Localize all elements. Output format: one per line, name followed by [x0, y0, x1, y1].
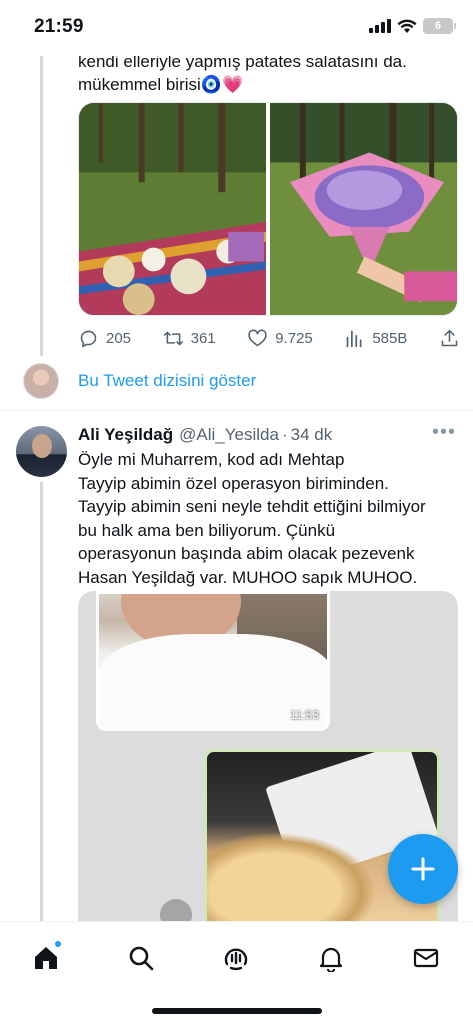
nav-home[interactable] — [24, 936, 68, 980]
retweet-icon — [163, 331, 183, 345]
tweet1-text-line2: mükemmel birisi🧿💗 — [78, 75, 244, 94]
views-button[interactable]: 585B — [344, 328, 407, 349]
status-bar: 21:59 6 — [0, 0, 473, 56]
like-count: 9.725 — [275, 329, 313, 347]
retweet-count: 361 — [190, 329, 216, 347]
bouquet-photo-art — [270, 103, 457, 315]
compose-tweet-button[interactable] — [388, 834, 458, 904]
thread-author-avatar[interactable] — [23, 363, 59, 399]
tweet2-body-line: operasyonun başında abim olacak pezevenk — [78, 544, 415, 563]
status-time: 21:59 — [34, 16, 84, 37]
nav-messages[interactable] — [404, 936, 448, 980]
home-indicator-bar — [152, 1008, 322, 1014]
retweet-button[interactable]: 361 — [163, 328, 216, 349]
messages-envelope-icon — [413, 948, 439, 968]
tweet-time[interactable]: 34 dk — [291, 425, 333, 445]
heart-icon — [248, 329, 267, 346]
reply-count: 205 — [106, 329, 132, 347]
home-icon — [35, 947, 57, 969]
author-handle[interactable]: @Ali_Yesilda — [179, 425, 279, 445]
show-thread-row[interactable]: Bu Tweet dizisini göster — [0, 356, 473, 406]
more-options-button[interactable]: ••• — [432, 422, 456, 442]
tweet1-media-grid[interactable] — [78, 102, 458, 316]
home-notification-dot — [54, 940, 62, 948]
video-thumbnail-1[interactable]: 11:53 — [96, 591, 330, 731]
compose-plus-icon — [411, 857, 435, 881]
video2-person-hair — [207, 832, 377, 921]
like-button[interactable]: 9.725 — [247, 328, 313, 349]
tweet2-body-line: Hasan Yeşildağ var. MUHOO sapık MUHOO. — [78, 567, 418, 587]
nav-search[interactable] — [119, 936, 163, 980]
reply-button[interactable]: 205 — [78, 328, 131, 349]
bottom-navigation — [0, 921, 473, 1024]
wifi-icon — [397, 19, 417, 33]
picnic-photo-art — [79, 103, 266, 315]
notifications-bell-icon — [319, 947, 343, 972]
tweet2-body-line: bu halk ama ben biliyorum. Çünkü — [78, 520, 336, 540]
tweet2-body-line: Öyle mi Muharrem, kod adı Mehtap — [78, 450, 345, 469]
avatar-face — [32, 434, 52, 458]
thread-line-tweet2 — [40, 482, 43, 922]
reply-icon — [80, 330, 97, 347]
search-icon — [129, 946, 154, 971]
nav-spaces[interactable] — [214, 936, 258, 980]
tweet2-header: Ali Yeşildağ @Ali_Yesilda · 34 dk ••• — [78, 422, 462, 446]
header-separator: · — [281, 425, 288, 444]
author-avatar[interactable] — [16, 426, 67, 477]
tweet2-body: Öyle mi Muharrem, kod adı Mehtap Tayyip … — [78, 448, 462, 589]
flower-bouquet-photo[interactable] — [270, 103, 457, 315]
battery-indicator: 6 — [423, 18, 456, 34]
spaces-icon — [224, 948, 248, 971]
video-timestamp: 11:53 — [289, 708, 319, 722]
nav-notifications[interactable] — [309, 936, 353, 980]
tweet2-body-line: Tayyip abimin seni neyle tehdit ettiğini… — [78, 497, 426, 516]
media-overlay-icon — [160, 899, 192, 921]
share-button[interactable] — [439, 328, 460, 349]
show-thread-link[interactable]: Bu Tweet dizisini göster — [78, 371, 256, 391]
tweet-divider — [0, 410, 473, 411]
views-chart-icon — [346, 330, 362, 347]
picnic-photo[interactable] — [79, 103, 266, 315]
status-icons: 6 — [369, 18, 456, 34]
share-icon — [441, 329, 458, 346]
tweet1-actions: 205 361 9.725 585B — [78, 326, 460, 350]
cellular-signal-icon — [369, 19, 391, 33]
tweet2-body-line: Tayyip abimin özel operasyon biriminden. — [78, 473, 389, 493]
views-count: 585B — [372, 329, 408, 347]
author-name[interactable]: Ali Yeşildağ — [78, 425, 173, 445]
